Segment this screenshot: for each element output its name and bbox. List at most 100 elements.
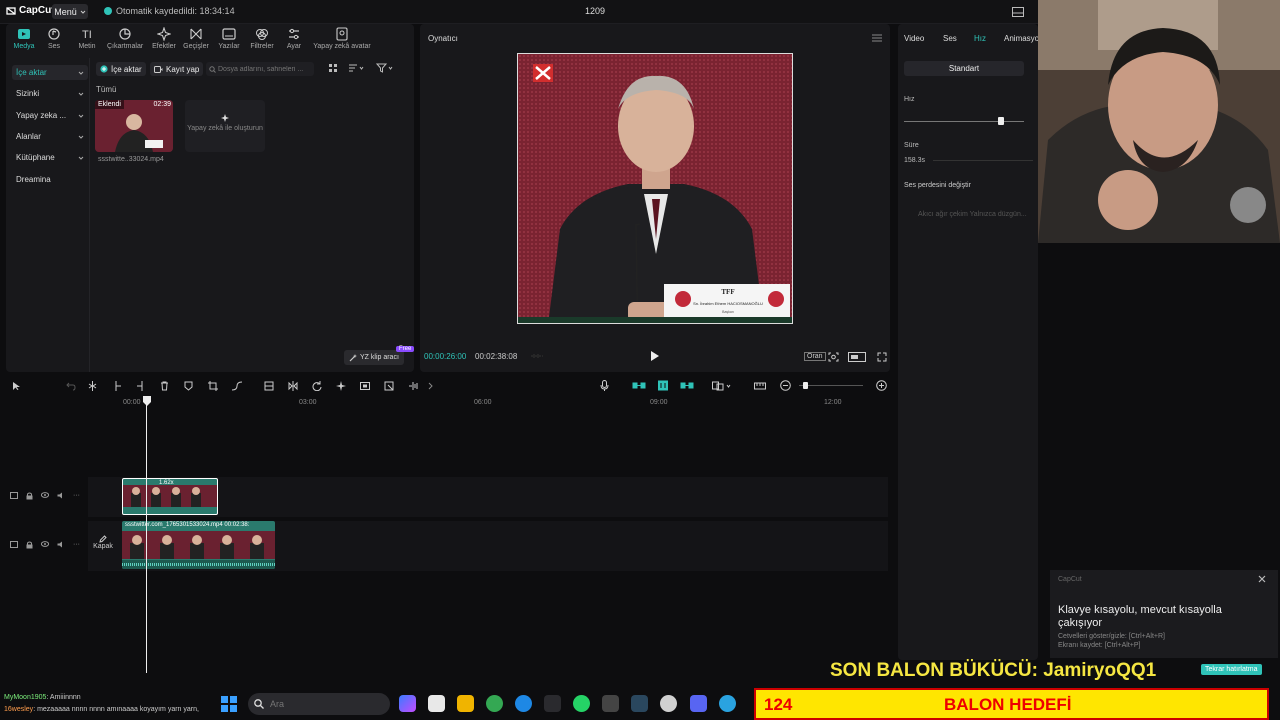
app-icon[interactable] (602, 695, 619, 712)
ai-effect-icon[interactable] (336, 381, 346, 391)
fullscreen-icon[interactable] (877, 352, 887, 362)
track-toggle-icon[interactable] (10, 541, 18, 548)
rotate-icon[interactable] (312, 381, 322, 391)
tool-filters[interactable]: Filtreler (244, 27, 280, 50)
filter-all-label[interactable]: Tümü (96, 85, 116, 94)
toast-notification[interactable]: CapCut Klavye kısayolu, mevcut kısayolla… (1050, 570, 1278, 658)
hamburger-menu-icon[interactable] (872, 34, 882, 42)
speaker-icon[interactable] (57, 492, 65, 499)
standard-speed-button[interactable]: Standart (904, 61, 1024, 76)
transform-icon[interactable] (384, 381, 394, 391)
aspect-ratio-icon[interactable] (848, 352, 866, 362)
pitch-toggle-label[interactable]: Ses perdesini değiştir (904, 182, 971, 189)
copilot-icon[interactable] (399, 695, 416, 712)
ai-clip-tool-button[interactable]: YZ klip aracı (344, 350, 404, 365)
preview-axis-icon[interactable] (680, 381, 694, 390)
windows-start-icon[interactable] (221, 696, 237, 712)
main-video-clip[interactable]: ssstwitter.com_1765301533024.mp4 00:02:3… (122, 521, 275, 569)
zoom-in-icon[interactable] (876, 380, 887, 391)
filter-funnel-icon[interactable] (376, 63, 394, 73)
whatsapp-icon[interactable] (573, 695, 590, 712)
chevron-right-icon[interactable] (428, 381, 434, 391)
media-thumbnail[interactable]: Eklendi 02:39 (95, 100, 173, 152)
chatgpt-icon[interactable] (660, 695, 677, 712)
file-explorer-icon[interactable] (457, 695, 474, 712)
zoom-out-icon[interactable] (780, 380, 791, 391)
ruler-icon[interactable] (754, 381, 766, 391)
remind-button[interactable]: Tekrar hatırlatma (1201, 664, 1262, 675)
side-item-import[interactable]: İçe aktar (12, 65, 88, 80)
grid-view-icon[interactable] (328, 63, 338, 73)
telegram-icon[interactable] (719, 695, 736, 712)
clip-link-icon[interactable] (712, 381, 732, 391)
tab-animation[interactable]: Animasyon (1004, 34, 1038, 43)
record-button[interactable]: Kayıt yap (150, 62, 204, 76)
menu-button[interactable]: Menü (52, 4, 88, 19)
magnet-icon[interactable] (656, 380, 670, 391)
import-button[interactable]: İçe aktar (96, 62, 146, 76)
lock-icon[interactable] (26, 492, 33, 500)
duration-value[interactable]: 158.3s (904, 157, 925, 164)
edge-icon[interactable] (515, 695, 532, 712)
project-name[interactable]: 1209 (580, 6, 610, 16)
zoom-slider[interactable] (799, 385, 863, 386)
crop-icon[interactable] (208, 381, 218, 391)
delete-icon[interactable] (160, 381, 169, 391)
layout-icon[interactable] (1012, 7, 1024, 17)
tab-video[interactable]: Video (904, 34, 924, 43)
freeze-icon[interactable] (264, 381, 274, 391)
speed-clip[interactable]: 1.62x (122, 478, 218, 515)
track-toggle-icon[interactable] (10, 492, 18, 499)
tool-transitions[interactable]: Geçişler (178, 27, 214, 50)
tool-captions[interactable]: Yazılar (211, 27, 247, 50)
side-item-library[interactable]: Kütüphane (12, 150, 88, 165)
store-icon[interactable] (428, 695, 445, 712)
split-icon[interactable] (88, 381, 97, 391)
undo-icon[interactable] (66, 381, 76, 391)
playhead[interactable] (146, 398, 147, 673)
tool-adjust[interactable]: Ayar (276, 27, 312, 50)
trim-left-icon[interactable] (114, 381, 122, 391)
scan-icon[interactable] (828, 352, 839, 362)
tool-effects[interactable]: Efektler (146, 27, 182, 50)
lock-icon[interactable] (26, 541, 33, 549)
marker-icon[interactable] (184, 381, 193, 391)
eye-icon[interactable] (41, 492, 49, 498)
eye-icon[interactable] (41, 541, 49, 547)
speed-slider-knob[interactable] (998, 117, 1004, 125)
tool-audio[interactable]: Ses (36, 27, 72, 50)
capcut-taskbar-icon[interactable] (544, 695, 561, 712)
side-item-yours[interactable]: Sizinki (12, 86, 88, 101)
select-cursor-icon[interactable] (12, 381, 21, 391)
play-icon[interactable] (650, 350, 660, 362)
speaker-icon[interactable] (57, 541, 65, 548)
video-preview[interactable]: TFF Sn. İbrahim Ethem HACIOSMANOĞLU Başk… (517, 53, 793, 324)
cover-button[interactable]: Kapak (93, 535, 113, 550)
taskbar-search-input[interactable] (248, 693, 390, 715)
tool-stickers[interactable]: Çıkartmalar (107, 27, 143, 50)
sort-icon[interactable] (348, 63, 364, 73)
resize-icon[interactable] (360, 381, 370, 391)
link-track-icon[interactable] (632, 381, 646, 390)
tool-ai-avatar[interactable]: Yapay zekâ avatar (312, 27, 372, 50)
audio-split-icon[interactable] (408, 381, 420, 391)
media-search-input[interactable] (206, 62, 314, 76)
close-icon[interactable] (1258, 575, 1266, 583)
ai-generate-card[interactable]: Yapay zekâ ile oluşturun (185, 100, 265, 152)
discord-icon[interactable] (690, 695, 707, 712)
tab-audio[interactable]: Ses (943, 34, 957, 43)
speed-curve-icon[interactable] (232, 381, 242, 391)
tab-speed[interactable]: Hız (974, 34, 986, 43)
tool-text[interactable]: TI Metin (69, 27, 105, 50)
more-icon[interactable]: ··· (73, 492, 80, 500)
zoom-slider-knob[interactable] (803, 382, 808, 389)
side-item-dreamina[interactable]: Dreamina (12, 172, 88, 187)
playhead-handle[interactable] (143, 396, 151, 406)
steam-icon[interactable] (631, 695, 648, 712)
ratio-button[interactable]: Oran (804, 352, 826, 361)
side-item-ai[interactable]: Yapay zeka ... (12, 108, 88, 123)
microphone-icon[interactable] (600, 380, 609, 391)
timeline-ruler[interactable]: 00:00 03:00 06:00 09:00 12:00 (88, 397, 888, 409)
more-icon[interactable]: ··· (73, 541, 80, 549)
mirror-icon[interactable] (288, 381, 298, 391)
